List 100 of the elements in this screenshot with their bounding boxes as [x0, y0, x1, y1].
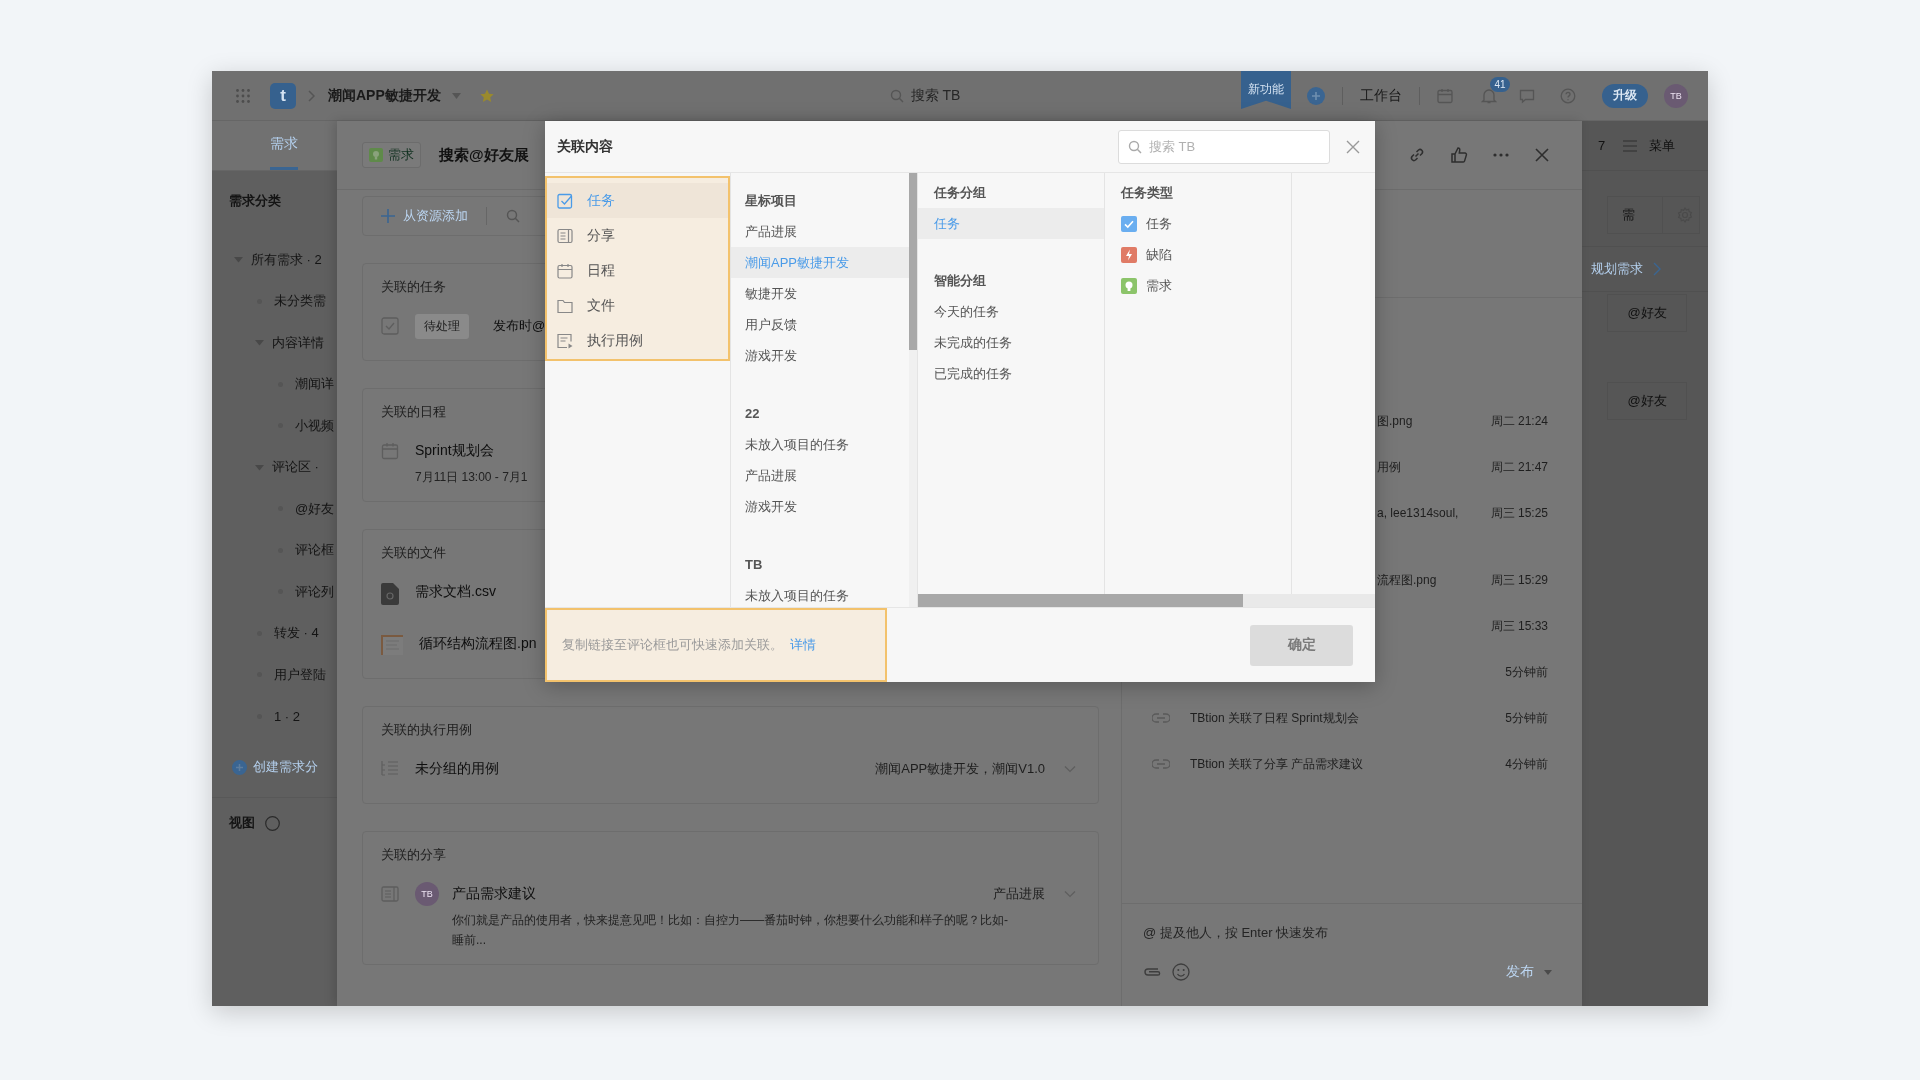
item-description: 你们就是产品的使用者，快来提意见吧！比如：自控力——番茄时钟，你想要什么功能和样子的呢？比如-睡前...: [452, 912, 1009, 949]
details-link[interactable]: 详情: [790, 637, 817, 652]
category-item[interactable]: 小视频: [295, 416, 334, 435]
category-item[interactable]: 评论框: [295, 541, 334, 560]
category-item[interactable]: 评论列: [295, 582, 334, 601]
views-heading: 视图: [229, 814, 255, 832]
category-item[interactable]: @好友: [295, 499, 335, 518]
menu-link[interactable]: 菜单: [1649, 136, 1676, 155]
apps-grid-icon[interactable]: [236, 88, 250, 103]
global-search-field[interactable]: 搜索 TB: [889, 86, 961, 105]
mention-button[interactable]: @好友: [1607, 294, 1687, 332]
project-item[interactable]: 用户反馈: [731, 309, 909, 340]
card-title: 关联的任务: [381, 278, 446, 296]
bell-icon[interactable]: [1481, 87, 1497, 104]
project-item[interactable]: 产品进展: [731, 460, 909, 491]
item-title[interactable]: Sprint规划会: [415, 442, 494, 460]
search-icon[interactable]: [506, 209, 520, 223]
category-item[interactable]: 日程: [547, 253, 728, 288]
activity-time: 5分钟前: [1505, 663, 1548, 681]
checkbox-icon[interactable]: [381, 317, 399, 335]
comment-field[interactable]: @ 提及他人，按 Enter 快速发布: [1143, 922, 1552, 944]
caret-down-icon[interactable]: [451, 92, 461, 99]
item-title[interactable]: 未分组的用例: [415, 760, 499, 778]
project-item[interactable]: 产品进展: [731, 216, 909, 247]
star-icon[interactable]: [479, 88, 494, 103]
task-type-item[interactable]: 缺陷: [1105, 239, 1291, 270]
workbench-link[interactable]: 工作台: [1360, 86, 1402, 105]
task-type-item[interactable]: 需求: [1105, 270, 1291, 301]
caret-down-icon[interactable]: [1544, 969, 1552, 975]
project-label: 潮闻APP敏捷开发，潮闻V1.0: [875, 760, 1045, 778]
card-title: 关联的日程: [381, 403, 446, 421]
category-item[interactable]: 所有需求 · 2: [251, 250, 322, 269]
create-category-link[interactable]: 创建需求分: [253, 758, 318, 776]
item-title[interactable]: 循环结构流程图.pn: [419, 635, 537, 653]
add-icon[interactable]: [1307, 86, 1325, 105]
close-icon[interactable]: [1346, 139, 1360, 154]
activity-time: 4分钟前: [1505, 755, 1548, 773]
project-item[interactable]: 潮闻APP敏捷开发: [731, 247, 909, 278]
link-icon[interactable]: [1408, 146, 1426, 164]
card-title: 关联的执行用例: [381, 721, 472, 739]
chevron-right-icon[interactable]: [1653, 262, 1661, 276]
category-item[interactable]: 文件: [547, 288, 728, 323]
item-title[interactable]: 需求文档.csv: [415, 583, 496, 601]
category-item[interactable]: 1 · 2: [274, 708, 300, 724]
chevron-right-icon: [307, 89, 315, 102]
user-avatar: TB: [415, 882, 439, 906]
project-item[interactable]: 未放入项目的任务: [731, 429, 909, 460]
project-name[interactable]: 潮闻APP敏捷开发: [328, 86, 441, 105]
category-item[interactable]: 未分类需: [274, 292, 326, 311]
add-circle-icon[interactable]: [232, 759, 247, 775]
category-item[interactable]: 转发 · 4: [274, 624, 319, 643]
search-field[interactable]: 搜索 TB: [1118, 129, 1330, 164]
add-from-resources-link[interactable]: 从资源添加: [403, 207, 468, 225]
category-item[interactable]: 潮闻详: [295, 375, 334, 394]
scrollbar-thumb[interactable]: [918, 594, 1243, 607]
task-type-item[interactable]: 任务: [1105, 208, 1291, 239]
project-label: 产品进展: [993, 885, 1045, 903]
task-group-item[interactable]: 已完成的任务: [918, 358, 1104, 389]
document-icon: [381, 885, 399, 903]
task-group-item[interactable]: 任务: [918, 208, 1104, 239]
project-item[interactable]: 未放入项目的任务: [731, 580, 909, 607]
category-item[interactable]: 内容详情: [272, 333, 324, 352]
paperclip-icon[interactable]: [1143, 966, 1163, 978]
project-item[interactable]: 游戏开发: [731, 491, 909, 522]
item-title[interactable]: 产品需求建议: [452, 885, 536, 903]
activity-time: 周三 15:33: [1490, 617, 1548, 635]
emoji-icon[interactable]: [1172, 963, 1190, 981]
search-icon: [889, 88, 904, 103]
status-tag: 待处理: [415, 314, 469, 339]
calendar-icon: [557, 262, 573, 279]
category-item[interactable]: 评论区 ·: [272, 458, 319, 477]
category-item[interactable]: 用户登陆: [274, 665, 326, 684]
project-item[interactable]: 游戏开发: [731, 340, 909, 371]
lightbulb-square-icon: [1121, 277, 1137, 294]
app-logo[interactable]: t: [270, 82, 296, 109]
calendar-icon[interactable]: [1437, 87, 1453, 104]
group-heading: 智能分组: [933, 271, 987, 290]
category-item[interactable]: 分享: [547, 218, 728, 253]
new-feature-ribbon[interactable]: 新功能: [1241, 71, 1291, 109]
scrollbar-thumb[interactable]: [909, 173, 917, 350]
user-avatar[interactable]: TB: [1664, 83, 1688, 108]
publish-button[interactable]: 发布: [1506, 963, 1534, 981]
thumbs-up-icon[interactable]: [1450, 146, 1468, 164]
chat-icon[interactable]: [1519, 87, 1535, 104]
hint-text: 复制链接至评论框也可快速添加关联。 详情: [562, 636, 817, 654]
task-group-item[interactable]: 未完成的任务: [918, 327, 1104, 358]
project-item[interactable]: 敏捷开发: [731, 278, 909, 309]
task-group-item[interactable]: 今天的任务: [918, 296, 1104, 327]
close-icon[interactable]: [1534, 147, 1550, 163]
notification-badge: 41: [1490, 76, 1510, 92]
mention-button[interactable]: @好友: [1607, 382, 1687, 420]
plus-icon[interactable]: [381, 209, 395, 223]
plan-requirements-link[interactable]: 规划需求: [1591, 260, 1643, 278]
category-item[interactable]: 执行用例: [547, 323, 728, 358]
activity-text: 图.png: [1377, 412, 1413, 430]
activity-time: 周二 21:24: [1490, 412, 1548, 430]
upgrade-button[interactable]: 升级: [1602, 83, 1648, 108]
category-item[interactable]: 任务: [547, 183, 728, 218]
item-title[interactable]: 发布时@: [493, 317, 546, 335]
checkbox-icon: [557, 192, 573, 209]
